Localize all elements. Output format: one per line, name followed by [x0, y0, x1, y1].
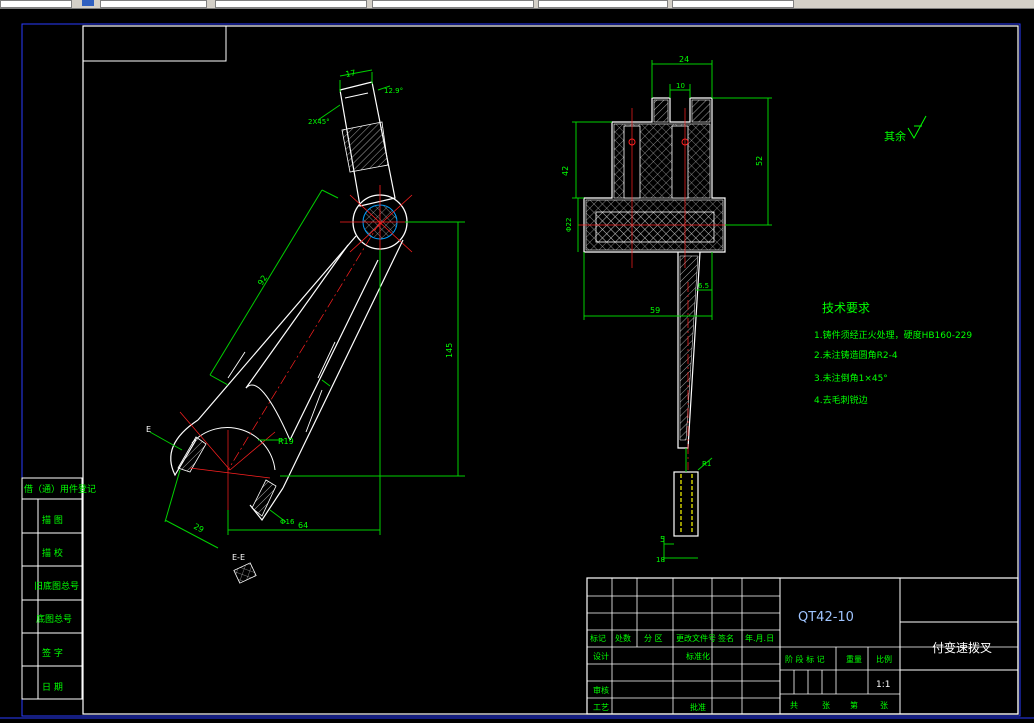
dim-59: 59 [650, 306, 660, 315]
dim-r1: R1 [702, 460, 711, 468]
strip-label-4: 底图总号 [36, 613, 72, 625]
fork-foot [673, 471, 699, 537]
footer-0: 共 [790, 701, 798, 710]
dim-chamfer: 2X45° [308, 118, 330, 126]
inner-frame [82, 25, 1019, 715]
dim-92: 92 [256, 274, 269, 287]
dim-10: 10 [676, 82, 685, 90]
dim-r19: R19 [278, 437, 294, 446]
hdr-3: 更改文件号 [676, 633, 716, 643]
tech-item-1: 1.铸件须经正火处理，硬度HB160-229 [814, 329, 972, 341]
dim-145: 145 [445, 343, 454, 358]
dim-42: 42 [561, 166, 570, 176]
footer-3: 张 [880, 701, 888, 710]
hdr-5: 年.月.日 [745, 633, 774, 643]
front-view-dimensions: 17 12.9° 2X45° 92 145 R19 64 Φ16 29 E E-… [146, 68, 465, 562]
stage-col-0: 阶 段 标 记 [785, 654, 825, 664]
outer-frame [21, 23, 1021, 717]
side-view [578, 97, 735, 537]
hatch-short-arm [341, 121, 389, 173]
part-code: QT42-10 [798, 610, 854, 625]
hdr-0: 标记 [590, 633, 606, 643]
dim-64: 64 [298, 521, 308, 530]
part-name: 付变速拨叉 [932, 640, 992, 655]
title-block: QT42-10 付变速拨叉 1:1 标记 处数 分 区 更改文件号 签名 年.月… [586, 577, 1019, 715]
scale-value: 1:1 [876, 680, 890, 690]
code-box [82, 25, 227, 62]
surface-note: 其余 [884, 129, 906, 143]
hdr-2: 分 区 [644, 634, 663, 643]
stage-col-2: 比例 [876, 654, 892, 664]
drawing-canvas[interactable]: 借（通）用件登记 描 图 描 校 旧底图总号 底图总号 签 字 日 期 17 1… [0, 0, 1034, 723]
dim-6-5: 6.5 [698, 282, 709, 290]
dim-18: 18 [656, 556, 665, 564]
tech-item-4: 4.去毛刺锐边 [814, 394, 868, 406]
row-process-1: 批准 [690, 702, 706, 712]
dim-24: 24 [679, 55, 689, 64]
tech-title: 技术要求 [822, 301, 870, 315]
label-section-ee: E-E [232, 553, 245, 562]
strip-label-6: 日 期 [42, 682, 63, 693]
dim-phi16: Φ16 [280, 518, 295, 526]
strip-label-0: 借（通）用件登记 [24, 483, 96, 495]
strip-label-2: 描 校 [42, 547, 63, 559]
tech-item-3: 3.未注倒角1×45° [814, 372, 888, 384]
cad-drawing-window: 借（通）用件登记 描 图 描 校 旧底图总号 底图总号 签 字 日 期 17 1… [0, 0, 1034, 723]
tech-item-2: 2.未注铸造圆角R2-4 [814, 349, 898, 361]
left-strip-table: 借（通）用件登记 描 图 描 校 旧底图总号 底图总号 签 字 日 期 [21, 477, 96, 700]
section-ee [233, 562, 257, 584]
dim-5: 5 [660, 535, 665, 544]
row-design-0: 设计 [593, 651, 609, 661]
row-review-0: 审核 [593, 685, 609, 695]
hdr-4: 签名 [718, 633, 734, 643]
row-process-0: 工艺 [593, 703, 609, 712]
strip-label-3: 旧底图总号 [34, 580, 79, 592]
hdr-1: 处数 [615, 633, 631, 643]
dim-52: 52 [755, 156, 764, 166]
strip-label-1: 描 图 [42, 514, 63, 526]
dim-12: 12.9° [384, 87, 403, 95]
footer-2: 第 [850, 700, 858, 710]
stage-col-1: 重量 [846, 654, 862, 664]
label-e: E [146, 425, 151, 434]
row-design-1: 标准化 [686, 651, 710, 661]
front-view [170, 81, 432, 584]
footer-1: 张 [822, 701, 830, 710]
dim-17: 17 [345, 68, 357, 79]
surface-finish-note: 其余 [884, 115, 927, 143]
tech-requirements: 技术要求 1.铸件须经正火处理，硬度HB160-229 2.未注铸造圆角R2-4… [814, 301, 972, 406]
strip-label-5: 签 字 [42, 647, 63, 659]
dim-29: 29 [192, 522, 205, 535]
dim-phi22: Φ22 [565, 218, 573, 232]
